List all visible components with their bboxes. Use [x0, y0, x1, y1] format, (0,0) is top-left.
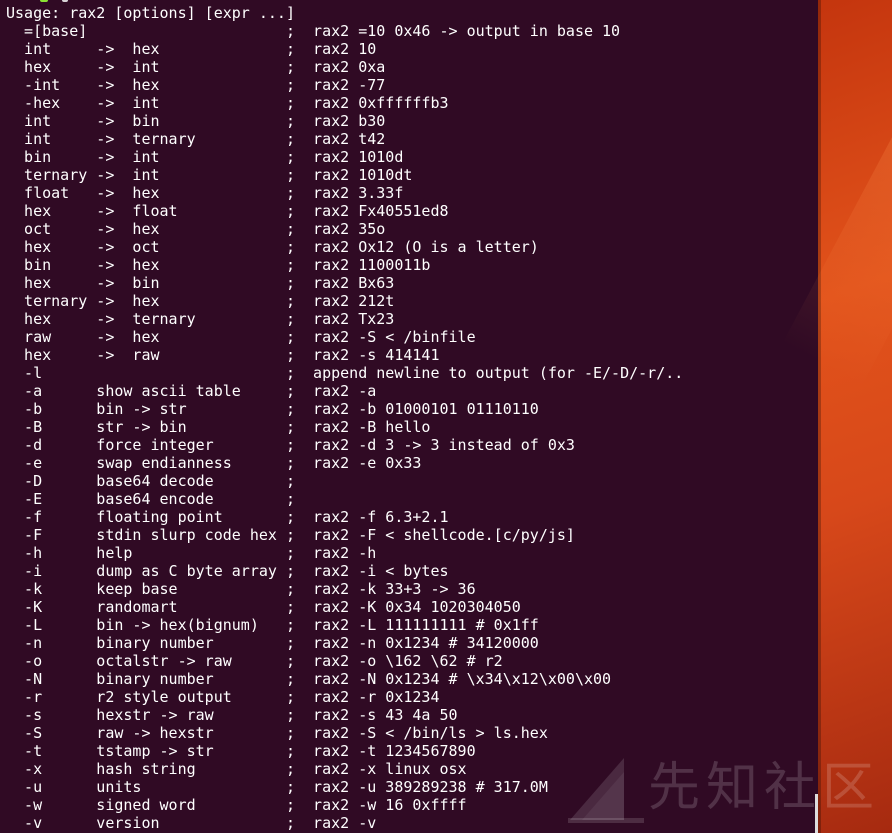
terminal-line: -a show ascii table ; rax2 -a [6, 382, 377, 400]
terminal-line: -x hash string ; rax2 -x linux osx [6, 760, 467, 778]
terminal-line: -N binary number ; rax2 -N 0x1234 # \x34… [6, 670, 612, 688]
terminal-line: -h help ; rax2 -h [6, 544, 377, 562]
terminal-line: -K randomart ; rax2 -K 0x34 1020304050 [6, 598, 521, 616]
terminal-line: -S raw -> hexstr ; rax2 -S < /bin/ls > l… [6, 724, 548, 742]
terminal-line: -w signed word ; rax2 -w 16 0xffff [6, 796, 467, 814]
terminal-line: -s hexstr -> raw ; rax2 -s 43 4a 50 [6, 706, 458, 724]
terminal-line: bin -> hex ; rax2 1100011b [6, 256, 431, 274]
terminal-line: -hex -> int ; rax2 0xffffffb3 [6, 94, 449, 112]
terminal-line: int -> hex ; rax2 10 [6, 40, 377, 58]
terminal-line: -d force integer ; rax2 -d 3 -> 3 instea… [6, 436, 575, 454]
terminal-line: ternary -> hex ; rax2 212t [6, 292, 395, 310]
terminal-window[interactable]: Usage: rax2 [options] [expr ...] =[base]… [0, 0, 818, 833]
terminal-line: -l ; append newline to output (for -E/-D… [6, 364, 684, 382]
terminal-line: bin -> int ; rax2 1010d [6, 148, 404, 166]
terminal-line: ternary -> int ; rax2 1010dt [6, 166, 413, 184]
terminal-line: -B str -> bin ; rax2 -B hello [6, 418, 431, 436]
terminal-line: -L bin -> hex(bignum) ; rax2 -L 11111111… [6, 616, 539, 634]
terminal-line: int -> bin ; rax2 b30 [6, 112, 386, 130]
terminal-line: -D base64 decode ; [6, 472, 295, 490]
terminal-line: hex -> int ; rax2 0xa [6, 58, 386, 76]
terminal-line: -v version ; rax2 -v [6, 814, 377, 832]
terminal-line: hex -> float ; rax2 Fx40551ed8 [6, 202, 449, 220]
desktop: Usage: rax2 [options] [expr ...] =[base]… [0, 0, 892, 833]
terminal-line: -f floating point ; rax2 -f 6.3+2.1 [6, 508, 449, 526]
terminal-line: Usage: rax2 [options] [expr ...] [6, 4, 295, 22]
terminal-line: -E base64 encode ; [6, 490, 295, 508]
terminal-line: -int -> hex ; rax2 -77 [6, 76, 386, 94]
desktop-wallpaper [782, 0, 892, 833]
terminal-line: int -> ternary ; rax2 t42 [6, 130, 386, 148]
terminal-output: Usage: rax2 [options] [expr ...] =[base]… [6, 4, 683, 832]
terminal-line: -b bin -> str ; rax2 -b 01000101 0111011… [6, 400, 539, 418]
terminal-line: -e swap endianness ; rax2 -e 0x33 [6, 454, 422, 472]
terminal-line: -u units ; rax2 -u 389289238 # 317.0M [6, 778, 548, 796]
terminal-line: -o octalstr -> raw ; rax2 -o \162 \62 # … [6, 652, 503, 670]
terminal-line: hex -> raw ; rax2 -s 414141 [6, 346, 440, 364]
terminal-line: raw -> hex ; rax2 -S < /binfile [6, 328, 476, 346]
terminal-line: float -> hex ; rax2 3.33f [6, 184, 404, 202]
terminal-line: hex -> ternary ; rax2 Tx23 [6, 310, 395, 328]
terminal-line: -t tstamp -> str ; rax2 -t 1234567890 [6, 742, 476, 760]
terminal-line: =[base] ; rax2 =10 0x46 -> output in bas… [6, 22, 621, 40]
terminal-line: -r r2 style output ; rax2 -r 0x1234 [6, 688, 440, 706]
terminal-line: hex -> bin ; rax2 Bx63 [6, 274, 395, 292]
terminal-line: -F stdin slurp code hex ; rax2 -F < shel… [6, 526, 575, 544]
terminal-scrollbar[interactable] [815, 794, 818, 833]
terminal-line: hex -> oct ; rax2 Ox12 (O is a letter) [6, 238, 539, 256]
terminal-line: -i dump as C byte array ; rax2 -i < byte… [6, 562, 449, 580]
terminal-line: oct -> hex ; rax2 35o [6, 220, 386, 238]
terminal-line: -n binary number ; rax2 -n 0x1234 # 3412… [6, 634, 539, 652]
terminal-line: -k keep base ; rax2 -k 33+3 -> 36 [6, 580, 476, 598]
